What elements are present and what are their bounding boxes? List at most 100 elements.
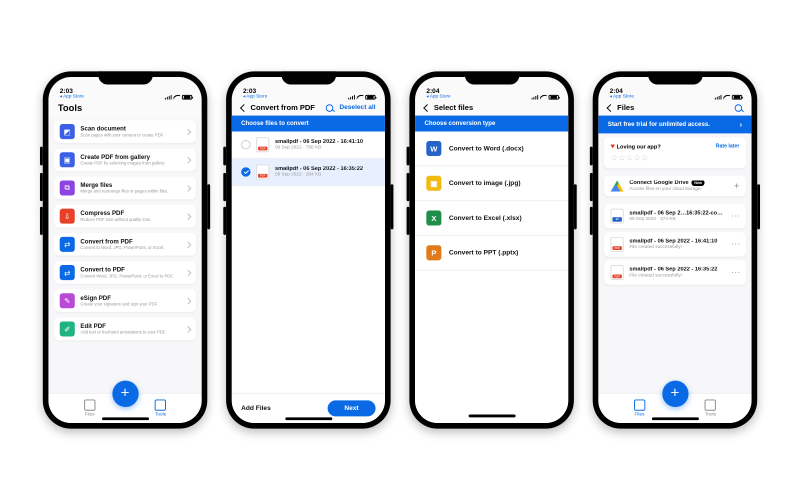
home-indicator[interactable] [468, 415, 515, 418]
tool-row[interactable]: ⇄Convert to PDFConvert Word, JPG, PowerP… [54, 261, 196, 284]
tools-icon [705, 399, 716, 410]
rate-later-button[interactable]: Rate later [716, 143, 740, 149]
tool-row[interactable]: ⧉Merge filesMerge and rearrange files or… [54, 177, 196, 200]
more-icon[interactable]: ⋯ [731, 267, 739, 277]
format-icon: ▣ [426, 176, 441, 191]
phone-lineup: 2:03◂ App Store Tools ◩ Scan documentScan… [43, 71, 757, 428]
search-icon[interactable] [735, 104, 743, 112]
tool-row[interactable]: ✐Edit PDFAdd text or freehand annotation… [54, 318, 196, 341]
file-card[interactable]: smallpdf - 06 Sep 2…16:35:22-converted09… [604, 204, 746, 228]
files-icon [634, 399, 645, 410]
back-button[interactable]: Convert from PDF [241, 103, 315, 111]
nav-files[interactable]: Files [84, 399, 95, 417]
nav-files[interactable]: Files [634, 399, 645, 417]
nav-bar: Convert from PDF Deselect all [232, 100, 385, 116]
phone-convert-type: 2:04◂ App Store Select files Choose conv… [409, 71, 573, 428]
convert-label: Convert to image (.jpg) [449, 180, 521, 187]
file-card[interactable]: smallpdf - 06 Sep 2022 - 16:35:22File cr… [604, 260, 746, 284]
home-indicator[interactable] [102, 417, 149, 420]
chevron-right-icon [185, 185, 192, 192]
bottom-nav: Files + Tools [598, 393, 751, 423]
more-icon[interactable]: ⋯ [731, 239, 739, 249]
tool-icon: ✐ [60, 321, 75, 336]
fab-add[interactable]: + [112, 381, 138, 407]
choose-type-banner: Choose conversion type [415, 116, 568, 132]
chevron-left-icon [240, 104, 248, 112]
tool-icon: ◩ [60, 124, 75, 139]
tool-icon: ⧉ [60, 180, 75, 195]
file-meta: 06 Sep 2022 · 294 KB [275, 172, 376, 178]
tool-sub: Reduce PDF size without quality loss. [80, 217, 180, 222]
chevron-right-icon [185, 297, 192, 304]
convert-option[interactable]: ▣ Convert to image (.jpg) [415, 166, 568, 201]
home-indicator[interactable] [285, 417, 332, 420]
radio[interactable] [241, 140, 250, 149]
tool-icon: ⇄ [60, 265, 75, 280]
tool-row[interactable]: ▣Create PDF from galleryCreate PDF by se… [54, 148, 196, 171]
file-row[interactable]: smallpdf - 06 Sep 2022 - 16:35:2206 Sep … [232, 159, 385, 186]
format-icon: X [426, 211, 441, 226]
files-content: ♥ Loving our app?Rate later ☆☆☆☆☆ Connec… [598, 133, 751, 392]
search-icon[interactable] [326, 104, 334, 112]
battery-icon [549, 94, 559, 99]
nav-tools[interactable]: Tools [705, 399, 716, 417]
home-indicator[interactable] [651, 417, 698, 420]
trial-banner[interactable]: Start free trial for unlimited access.› [598, 116, 751, 134]
tools-list: ◩ Scan documentScan pages with your camer… [48, 117, 201, 392]
tool-icon: ▣ [60, 152, 75, 167]
convert-label: Convert to PPT (.pptx) [449, 250, 518, 257]
rating-stars[interactable]: ☆☆☆☆☆ [611, 153, 740, 163]
radio[interactable] [241, 167, 250, 176]
deselect-all[interactable]: Deselect all [339, 104, 375, 111]
tool-sub: Create PDF by selecting images from gall… [80, 161, 180, 166]
add-drive-icon[interactable]: + [734, 181, 739, 191]
wifi-icon [540, 95, 547, 100]
convert-option[interactable]: P Convert to PPT (.pptx) [415, 236, 568, 271]
tool-name: Scan document [80, 126, 180, 133]
back-button[interactable]: Select files [424, 103, 473, 111]
back-button[interactable]: Files [608, 103, 635, 111]
fab-add[interactable]: + [662, 381, 688, 407]
file-meta: 09 Sep 2022 · 274 KB [629, 216, 725, 222]
tool-row[interactable]: ⇩Compress PDFReduce PDF size without qua… [54, 205, 196, 228]
status-bar: 2:04◂ App Store [415, 77, 568, 100]
pdf-icon [611, 237, 624, 252]
file-card[interactable]: smallpdf - 06 Sep 2022 - 16:41:10File cr… [604, 232, 746, 256]
pdf-icon [256, 137, 269, 152]
pdf-icon [256, 164, 269, 179]
tool-sub: Merge and rearrange files or pages withi… [80, 189, 180, 194]
connect-drive-card[interactable]: Connect Google DriveNewAccess files on y… [604, 176, 746, 197]
convert-option[interactable]: X Convert to Excel (.xlsx) [415, 201, 568, 236]
file-meta: File created successfully! [629, 244, 725, 250]
choose-files-banner: Choose files to convert [232, 116, 385, 132]
tool-sub: Convert to Word, JPG, PowerPoint, or Exc… [80, 245, 180, 250]
add-files-button[interactable]: Add Files [241, 405, 271, 412]
format-icon: W [426, 141, 441, 156]
status-bar: 2:03◂ App Store [232, 77, 385, 100]
file-meta: 06 Sep 2022 · 798 KB [275, 145, 376, 151]
phone-tools: 2:03◂ App Store Tools ◩ Scan documentScan… [43, 71, 208, 428]
chevron-right-icon [185, 326, 192, 333]
convert-label: Convert to Excel (.xlsx) [449, 215, 522, 222]
tool-row[interactable]: ⇄Convert from PDFConvert to Word, JPG, P… [54, 233, 196, 256]
format-icon: P [426, 245, 441, 260]
heart-icon: ♥ [611, 142, 615, 150]
tool-row[interactable]: ✎eSign PDFCreate your signature and sign… [54, 289, 196, 312]
next-button[interactable]: Next [327, 400, 375, 416]
chevron-left-icon [607, 104, 615, 112]
status-bar: 2:03◂ App Store [48, 77, 201, 100]
nav-tools[interactable]: Tools [155, 399, 166, 417]
chevron-right-icon [185, 156, 192, 163]
google-drive-icon [611, 180, 624, 191]
tool-row[interactable]: ◩ Scan documentScan pages with your camer… [54, 120, 196, 143]
more-icon[interactable]: ⋯ [731, 211, 739, 221]
tool-sub: Convert Word, JPG, PowerPoint, or Excel … [80, 274, 180, 279]
chevron-right-icon [185, 241, 192, 248]
tools-icon [155, 399, 166, 410]
tool-sub: Scan pages with your camera to create PD… [80, 133, 180, 138]
tool-icon: ⇄ [60, 237, 75, 252]
screen-title: Tools [48, 100, 201, 118]
convert-option[interactable]: WConvert to Word (.docx) [415, 132, 568, 167]
wifi-icon [173, 95, 180, 100]
file-row[interactable]: smallpdf - 06 Sep 2022 - 16:41:1006 Sep … [232, 132, 385, 159]
